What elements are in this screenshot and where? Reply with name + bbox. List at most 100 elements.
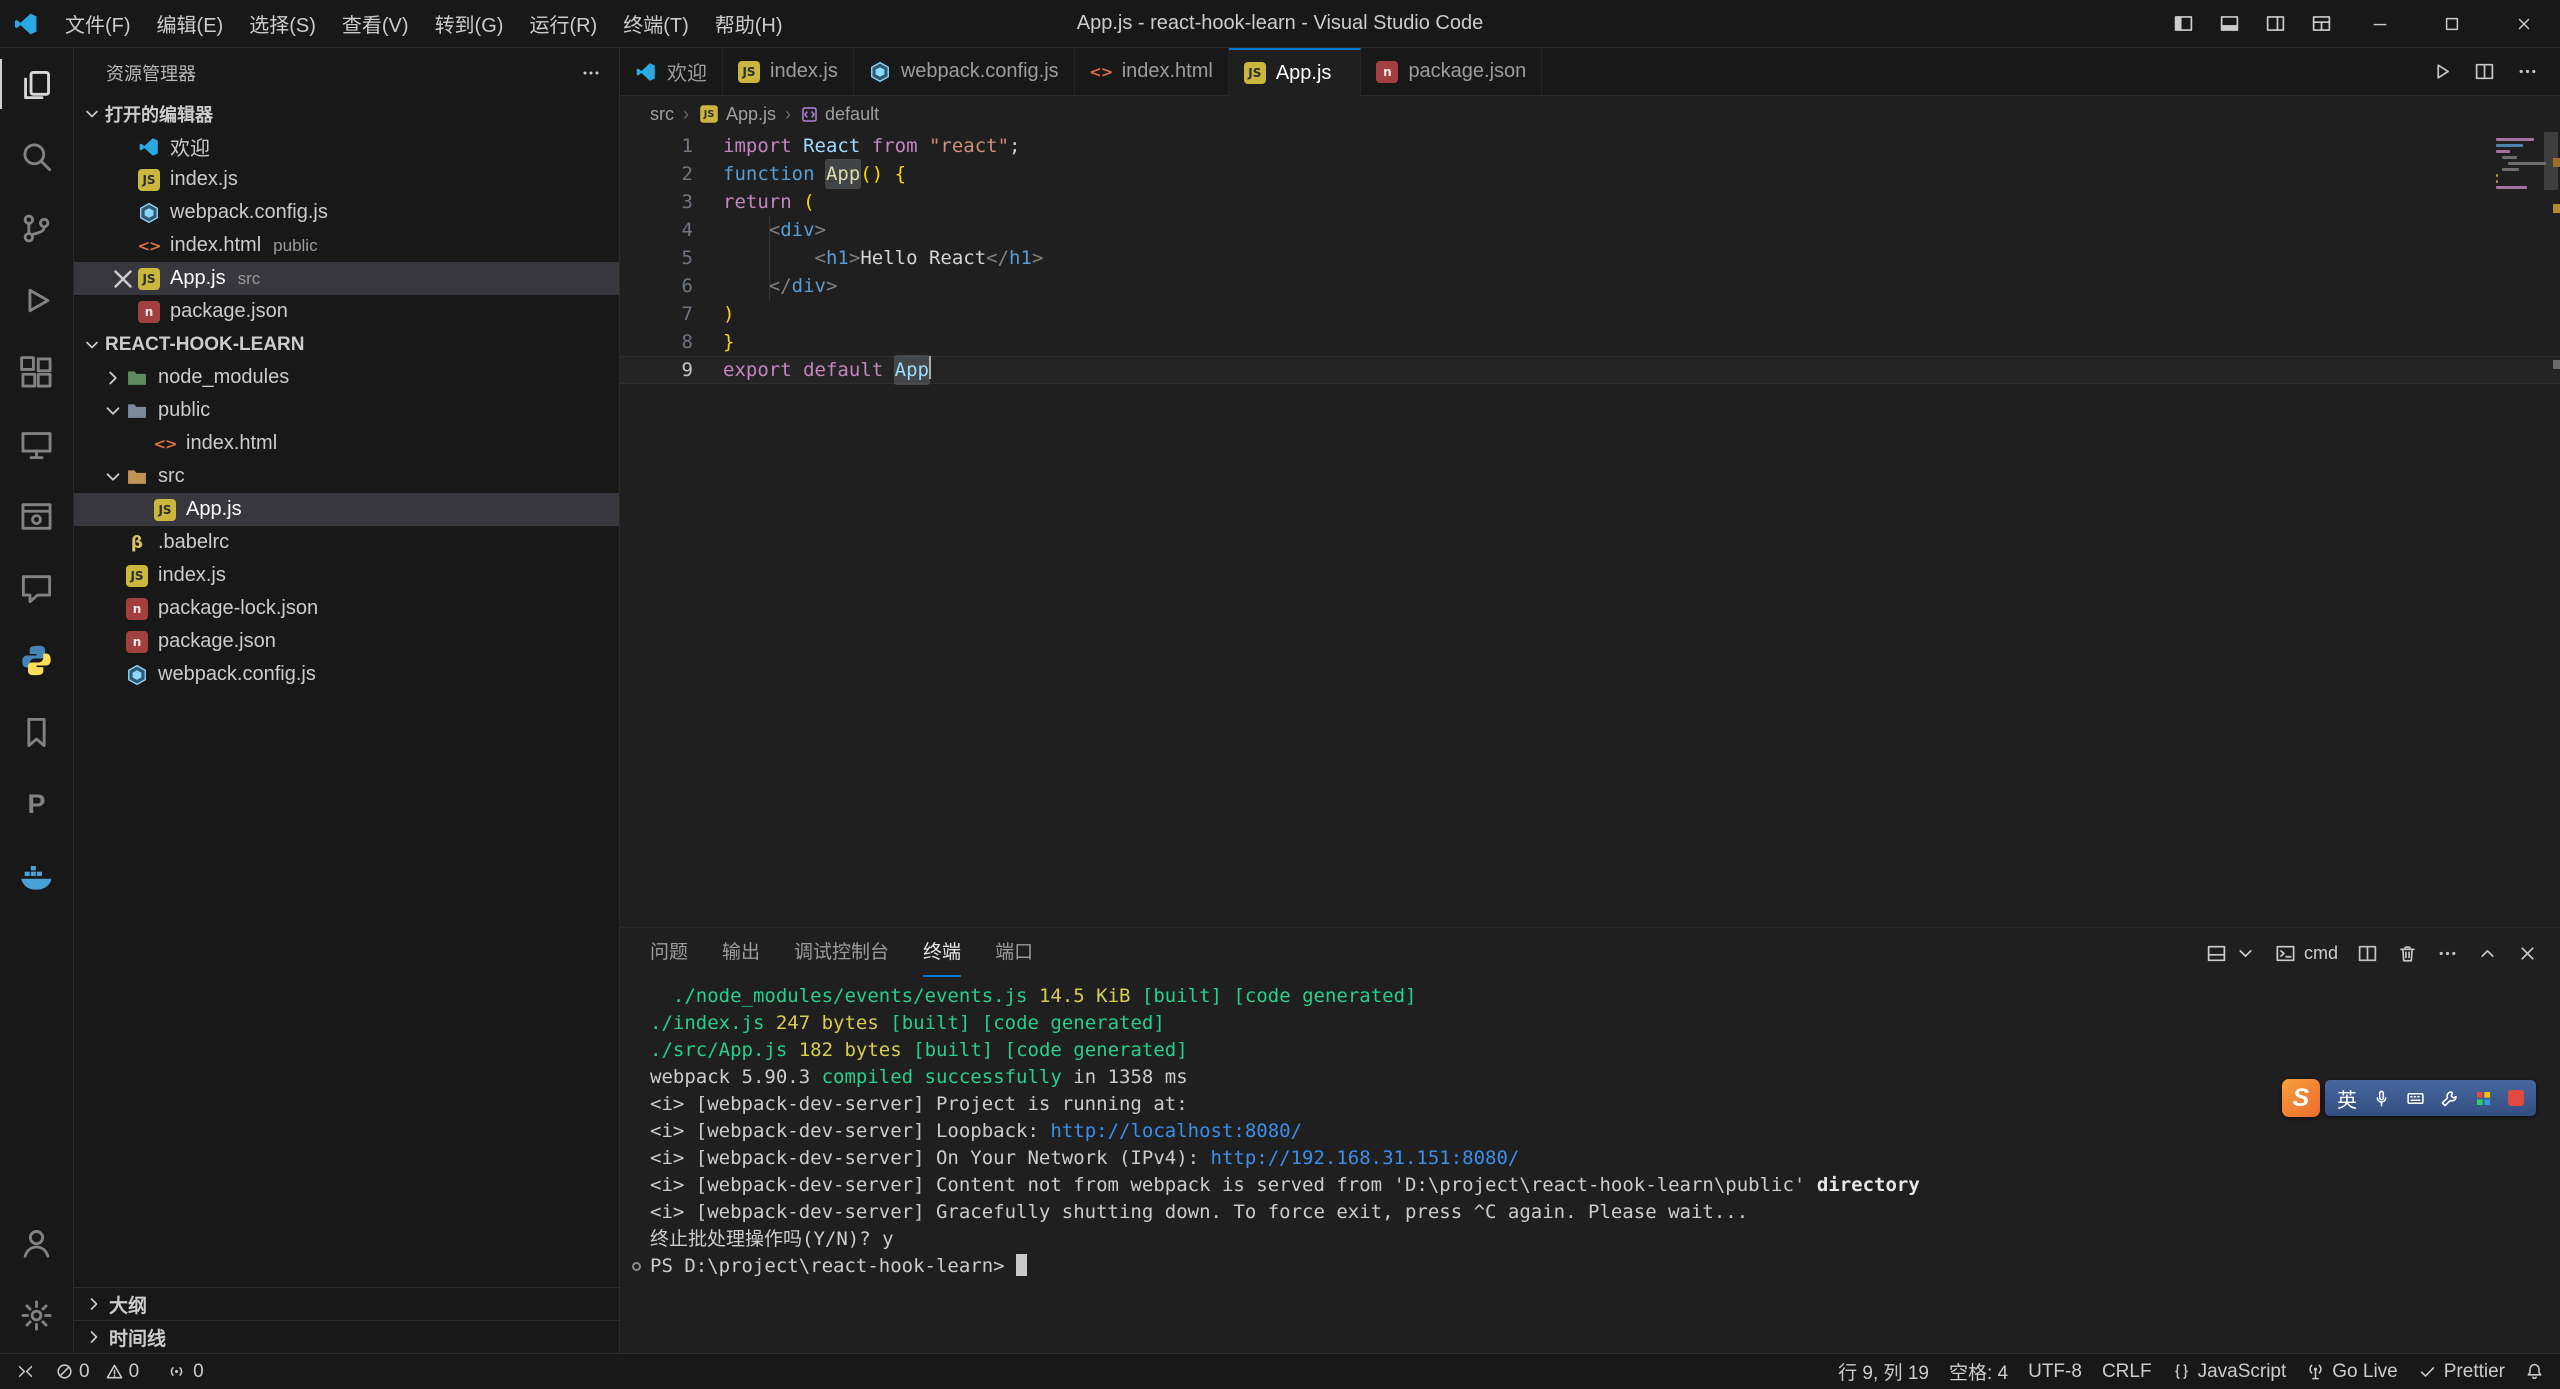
- more-actions-icon[interactable]: [581, 63, 601, 83]
- status-language-mode[interactable]: JavaScript: [2162, 1354, 2297, 1389]
- activity-bar-item-chat[interactable]: [0, 552, 73, 624]
- breadcrumb-item-default[interactable]: default: [800, 104, 879, 125]
- run-button[interactable]: [2431, 61, 2452, 82]
- tree-item-package-lock.json[interactable]: npackage-lock.json: [74, 592, 619, 625]
- status-ports[interactable]: 0: [157, 1354, 214, 1389]
- tab-index.html[interactable]: <>index.html: [1075, 48, 1229, 95]
- kill-terminal-button[interactable]: [2397, 943, 2418, 964]
- minimize-button[interactable]: [2344, 0, 2416, 47]
- activity-bar-item-python[interactable]: [0, 624, 73, 696]
- code-line-5[interactable]: 5 <h1>Hello React</h1>: [620, 244, 2560, 272]
- code-line-6[interactable]: 6 </div>: [620, 272, 2560, 300]
- sidebar-section-时间线[interactable]: 时间线: [74, 1320, 619, 1353]
- activity-bar-item-docker[interactable]: [0, 840, 73, 912]
- open-editor-item[interactable]: <>index.htmlpublic: [74, 229, 619, 262]
- tree-item-src[interactable]: src: [74, 460, 619, 493]
- ime-mic-icon[interactable]: [2372, 1089, 2391, 1108]
- status-eol[interactable]: CRLF: [2092, 1354, 2162, 1389]
- tree-item-package.json[interactable]: npackage.json: [74, 625, 619, 658]
- code-line-2[interactable]: 2function App() {: [620, 160, 2560, 188]
- code-line-7[interactable]: 7): [620, 300, 2560, 328]
- activity-bar-item-remote-explorer[interactable]: [0, 408, 73, 480]
- tab-index.js[interactable]: JSindex.js: [723, 48, 854, 95]
- tree-item-node_modules[interactable]: node_modules: [74, 361, 619, 394]
- code-line-4[interactable]: 4 <div>: [620, 216, 2560, 244]
- activity-bar-item-explorer[interactable]: [0, 48, 73, 120]
- more-actions-button[interactable]: [2517, 61, 2538, 82]
- panel-tab-调试控制台[interactable]: 调试控制台: [794, 929, 889, 977]
- menu-item[interactable]: 编辑(E): [144, 0, 237, 47]
- workspace-root-header[interactable]: REACT-HOOK-LEARN: [74, 328, 619, 361]
- activity-bar-item-live-server[interactable]: [0, 480, 73, 552]
- activity-bar-item-extensions[interactable]: [0, 336, 73, 408]
- tab-webpack.config.js[interactable]: webpack.config.js: [854, 48, 1075, 95]
- panel-tab-输出[interactable]: 输出: [722, 929, 760, 977]
- editor[interactable]: 1import React from "react";2function App…: [620, 132, 2560, 927]
- split-editor-button[interactable]: [2474, 61, 2495, 82]
- menu-item[interactable]: 选择(S): [236, 0, 329, 47]
- toggle-panel-button[interactable]: [2206, 0, 2252, 47]
- menu-item[interactable]: 帮助(H): [702, 0, 796, 47]
- breadcrumb-item-App.js[interactable]: JSApp.js: [698, 103, 776, 125]
- tree-item-index.js[interactable]: JSindex.js: [74, 559, 619, 592]
- ime-wrench-icon[interactable]: [2440, 1089, 2459, 1108]
- activity-bar-item-project-manager[interactable]: P: [0, 768, 73, 840]
- code-line-9[interactable]: 9export default App: [620, 356, 2560, 384]
- activity-bar-item-source-control[interactable]: [0, 192, 73, 264]
- status-remote[interactable]: [6, 1354, 45, 1389]
- breadcrumb-item-src[interactable]: src: [650, 104, 674, 125]
- code-line-8[interactable]: 8}: [620, 328, 2560, 356]
- activity-bar-item-run-debug[interactable]: [0, 264, 73, 336]
- status-notifications[interactable]: [2515, 1354, 2554, 1389]
- menu-item[interactable]: 文件(F): [52, 0, 144, 47]
- customize-layout-button[interactable]: [2298, 0, 2344, 47]
- tab-package.json[interactable]: npackage.json: [1361, 48, 1542, 95]
- code-line-3[interactable]: 3return (: [620, 188, 2560, 216]
- ime-red-icon[interactable]: [2508, 1090, 2524, 1106]
- menu-item[interactable]: 终端(T): [610, 0, 702, 47]
- tree-item-App.js[interactable]: JSApp.js: [74, 493, 619, 526]
- command-decoration-icon[interactable]: [632, 1262, 641, 1271]
- activity-bar-item-settings[interactable]: [0, 1279, 73, 1351]
- open-editor-item[interactable]: JSindex.js: [74, 163, 619, 196]
- sogou-logo-icon[interactable]: S: [2282, 1079, 2320, 1117]
- open-editor-item[interactable]: npackage.json: [74, 295, 619, 328]
- open-editor-item[interactable]: 欢迎: [74, 130, 619, 163]
- code-line-1[interactable]: 1import React from "react";: [620, 132, 2560, 160]
- panel-tab-终端[interactable]: 终端: [923, 929, 961, 977]
- status-encoding[interactable]: UTF-8: [2018, 1354, 2092, 1389]
- menu-item[interactable]: 运行(R): [516, 0, 610, 47]
- status-prettier[interactable]: Prettier: [2408, 1354, 2515, 1389]
- ime-keyboard-icon[interactable]: [2406, 1089, 2425, 1108]
- panel-tab-问题[interactable]: 问题: [650, 929, 688, 977]
- tree-item-.babelrc[interactable]: β.babelrc: [74, 526, 619, 559]
- ime-grid-icon[interactable]: [2474, 1089, 2493, 1108]
- status-go-live[interactable]: Go Live: [2296, 1354, 2407, 1389]
- activity-bar-item-search[interactable]: [0, 120, 73, 192]
- toggle-sidebar-button[interactable]: [2160, 0, 2206, 47]
- tree-item-webpack.config.js[interactable]: webpack.config.js: [74, 658, 619, 691]
- tab-App.js[interactable]: JSApp.js: [1229, 48, 1362, 96]
- close-icon[interactable]: [108, 264, 138, 294]
- terminal[interactable]: ./node_modules/events/events.js 14.5 KiB…: [620, 978, 2560, 1353]
- menu-item[interactable]: 查看(V): [329, 0, 422, 47]
- minimap[interactable]: [2496, 138, 2536, 192]
- close-panel-button[interactable]: [2517, 943, 2538, 964]
- status-cursor-position[interactable]: 行 9, 列 19: [1828, 1354, 1939, 1389]
- split-terminal-button[interactable]: [2357, 943, 2378, 964]
- panel-tab-端口[interactable]: 端口: [995, 929, 1033, 977]
- activity-bar-item-bookmarks[interactable]: [0, 696, 73, 768]
- maximize-button[interactable]: [2416, 0, 2488, 47]
- terminal-profile[interactable]: cmd: [2275, 943, 2338, 964]
- menu-item[interactable]: 转到(G): [422, 0, 517, 47]
- ime-mode-toggle[interactable]: 英: [2337, 1084, 2357, 1113]
- close-button[interactable]: [2488, 0, 2560, 47]
- tree-item-index.html[interactable]: <>index.html: [74, 427, 619, 460]
- panel-layout-button[interactable]: [2206, 943, 2256, 964]
- sidebar-section-大纲[interactable]: 大纲: [74, 1287, 619, 1320]
- more-actions-button[interactable]: [2437, 943, 2458, 964]
- status-problems[interactable]: 00: [45, 1354, 157, 1389]
- toggle-secondary-sidebar-button[interactable]: [2252, 0, 2298, 47]
- status-indentation[interactable]: 空格: 4: [1939, 1354, 2018, 1389]
- tab-欢迎[interactable]: 欢迎: [620, 48, 723, 95]
